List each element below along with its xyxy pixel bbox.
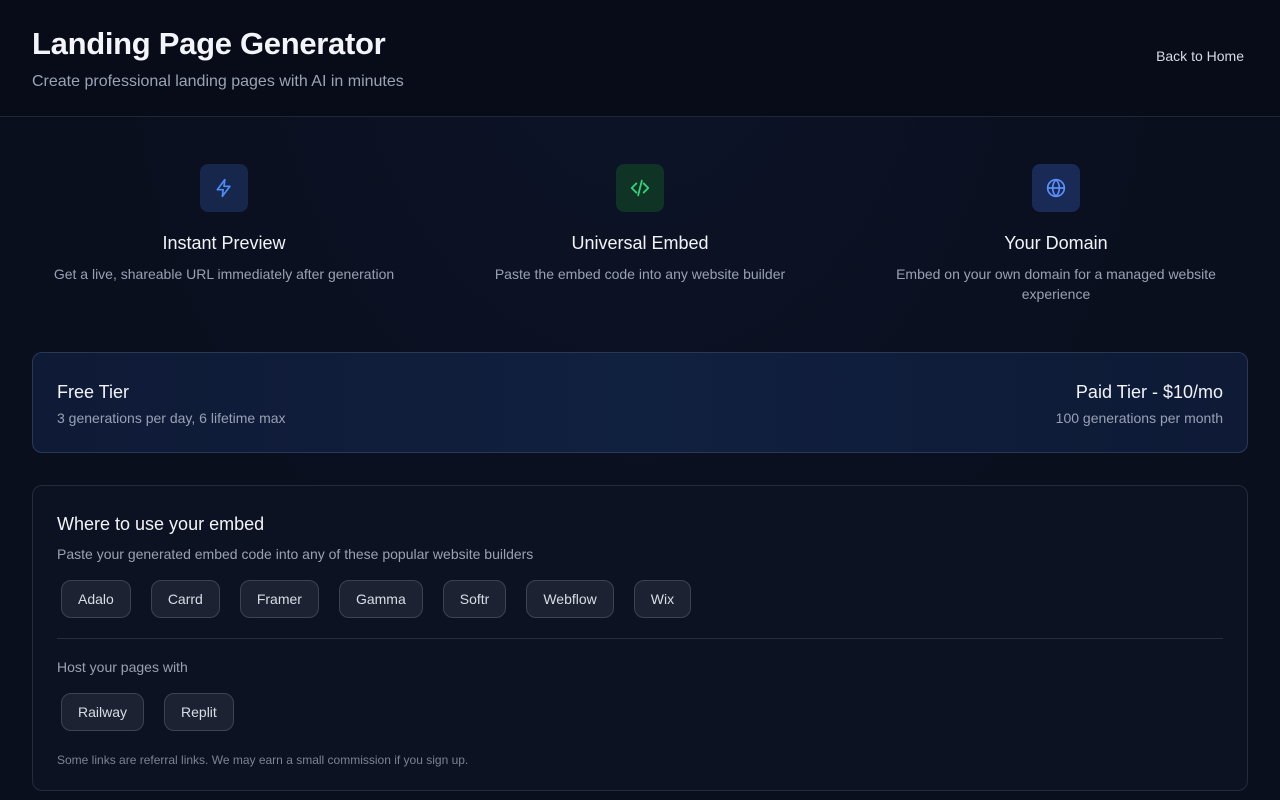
- feature-title: Universal Embed: [571, 233, 709, 253]
- embed-section-description: Paste your generated embed code into any…: [57, 546, 534, 562]
- feature-description: Get a live, shareable URL immediately af…: [53, 266, 395, 282]
- host-link-replit[interactable]: Replit: [164, 693, 234, 731]
- pricing-tiers: Free Tier 3 generations per day, 6 lifet…: [32, 352, 1248, 453]
- builder-link-wix[interactable]: Wix: [633, 580, 692, 618]
- page-title: Landing Page Generator: [32, 26, 386, 61]
- builder-link-webflow[interactable]: Webflow: [526, 580, 614, 618]
- builder-link-framer[interactable]: Framer: [239, 580, 319, 618]
- host-link-railway[interactable]: Railway: [61, 693, 145, 731]
- feature-title: Instant Preview: [162, 233, 286, 253]
- paid-tier: Paid Tier - $10/mo 100 generations per m…: [1056, 381, 1223, 428]
- feature-instant-preview: Instant Preview Get a live, shareable UR…: [16, 164, 432, 304]
- page-header: Landing Page Generator Create profession…: [0, 0, 1280, 117]
- free-tier: Free Tier 3 generations per day, 6 lifet…: [57, 381, 286, 428]
- host-list: Railway Replit: [57, 693, 1223, 731]
- free-tier-detail: 3 generations per day, 6 lifetime max: [57, 410, 286, 426]
- embed-section: Where to use your embed Paste your gener…: [32, 485, 1248, 791]
- code-icon: [616, 164, 664, 212]
- feature-description: Paste the embed code into any website bu…: [494, 266, 786, 282]
- builder-link-adalo[interactable]: Adalo: [61, 580, 131, 618]
- builder-list: Adalo Carrd Framer Gamma Softr Webflow W…: [57, 580, 1223, 618]
- paid-tier-title: Paid Tier - $10/mo: [1075, 382, 1223, 402]
- lightning-icon: [200, 164, 248, 212]
- globe-icon: [1032, 164, 1080, 212]
- embed-section-title: Where to use your embed: [57, 514, 265, 534]
- builder-link-softr[interactable]: Softr: [442, 580, 507, 618]
- paid-tier-detail: 100 generations per month: [1055, 410, 1223, 426]
- features-row: Instant Preview Get a live, shareable UR…: [16, 164, 1264, 304]
- builder-link-gamma[interactable]: Gamma: [338, 580, 423, 618]
- referral-note: Some links are referral links. We may ea…: [57, 753, 469, 767]
- feature-title: Your Domain: [1004, 233, 1108, 253]
- page-subtitle: Create professional landing pages with A…: [32, 73, 404, 90]
- host-label: Host your pages with: [57, 659, 188, 675]
- feature-your-domain: Your Domain Embed on your own domain for…: [848, 164, 1264, 304]
- feature-description: Embed on your own domain for a managed w…: [896, 266, 1216, 302]
- builder-link-carrd[interactable]: Carrd: [150, 580, 220, 618]
- back-to-home-link[interactable]: Back to Home: [1156, 48, 1244, 64]
- feature-universal-embed: Universal Embed Paste the embed code int…: [432, 164, 848, 304]
- section-divider: [57, 638, 1223, 639]
- free-tier-title: Free Tier: [57, 382, 130, 402]
